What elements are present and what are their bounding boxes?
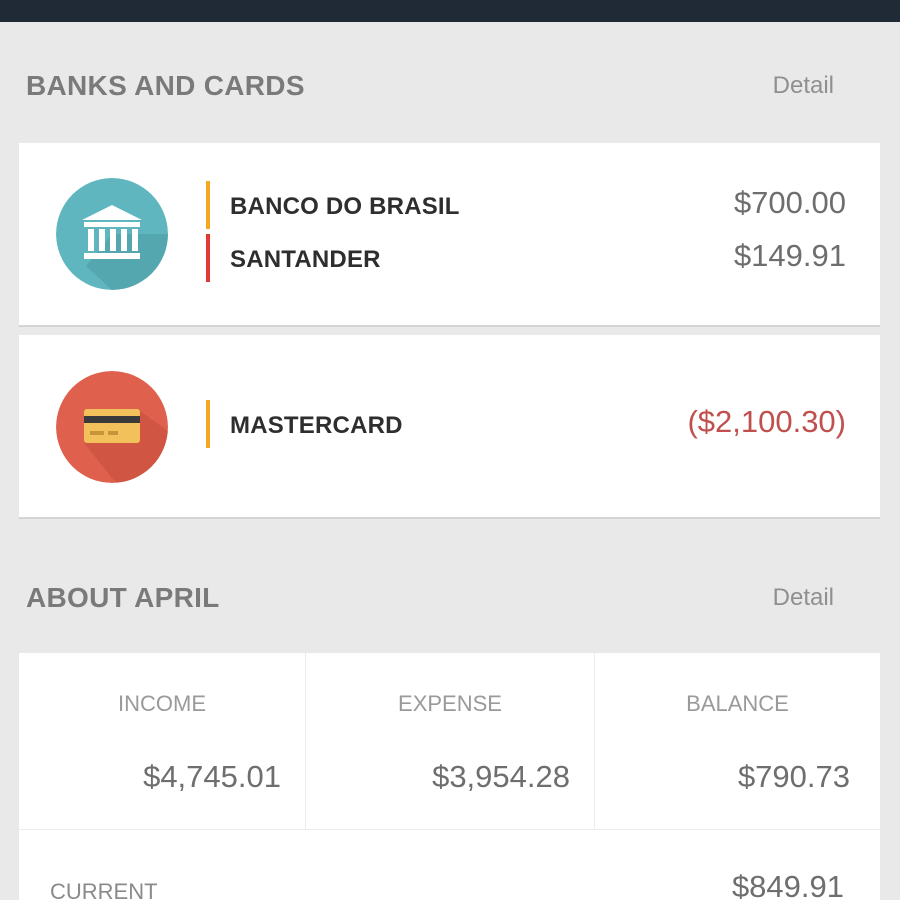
account-color-bar — [206, 234, 210, 282]
income-cell: INCOME $4,745.01 — [19, 653, 306, 829]
credit-card-icon — [56, 371, 168, 483]
current-label: CURRENT — [50, 879, 158, 900]
cards-card[interactable]: MASTERCARD ($2,100.30) — [19, 335, 880, 517]
about-section-title: ABOUT APRIL — [26, 582, 220, 613]
account-row-santander[interactable]: SANTANDER $149.91 — [206, 234, 846, 282]
current-value: $849.91 — [731, 869, 844, 900]
banks-card[interactable]: BANCO DO BRASIL $700.00 SANTANDER $149.9… — [19, 143, 880, 325]
month-summary-card[interactable]: INCOME $4,745.01 EXPENSE $3,954.28 BALAN… — [19, 653, 880, 900]
account-row-banco-do-brasil[interactable]: BANCO DO BRASIL $700.00 — [206, 181, 846, 229]
banks-section-title: BANKS AND CARDS — [26, 70, 305, 101]
account-amount: $700.00 — [733, 185, 846, 220]
expense-cell: EXPENSE $3,954.28 — [306, 653, 595, 829]
action-bar — [0, 0, 900, 22]
account-amount: ($2,100.30) — [687, 404, 846, 439]
account-color-bar — [206, 181, 210, 229]
banks-section-header: BANKS AND CARDS Detail — [0, 58, 900, 118]
expense-value: $3,954.28 — [432, 759, 570, 794]
balance-label: BALANCE — [686, 691, 789, 716]
account-amount: $149.91 — [733, 238, 846, 273]
account-name: SANTANDER — [230, 246, 381, 273]
balance-cell: BALANCE $790.73 — [595, 653, 880, 829]
income-value: $4,745.01 — [143, 759, 281, 794]
income-label: INCOME — [118, 691, 206, 716]
account-name: MASTERCARD — [230, 412, 403, 439]
expense-label: EXPENSE — [398, 691, 502, 716]
account-row-mastercard[interactable]: MASTERCARD ($2,100.30) — [206, 400, 846, 448]
summary-divider — [19, 829, 880, 830]
app-screen: BANKS AND CARDS Detail BANCO DO BRASIL $… — [0, 0, 900, 900]
account-color-bar — [206, 400, 210, 448]
about-section-header: ABOUT APRIL Detail — [0, 570, 900, 630]
about-detail-link[interactable]: Detail — [773, 584, 834, 612]
account-name: BANCO DO BRASIL — [230, 193, 460, 220]
balance-value: $790.73 — [737, 759, 850, 794]
banks-detail-link[interactable]: Detail — [773, 72, 834, 100]
bank-icon — [56, 178, 168, 290]
